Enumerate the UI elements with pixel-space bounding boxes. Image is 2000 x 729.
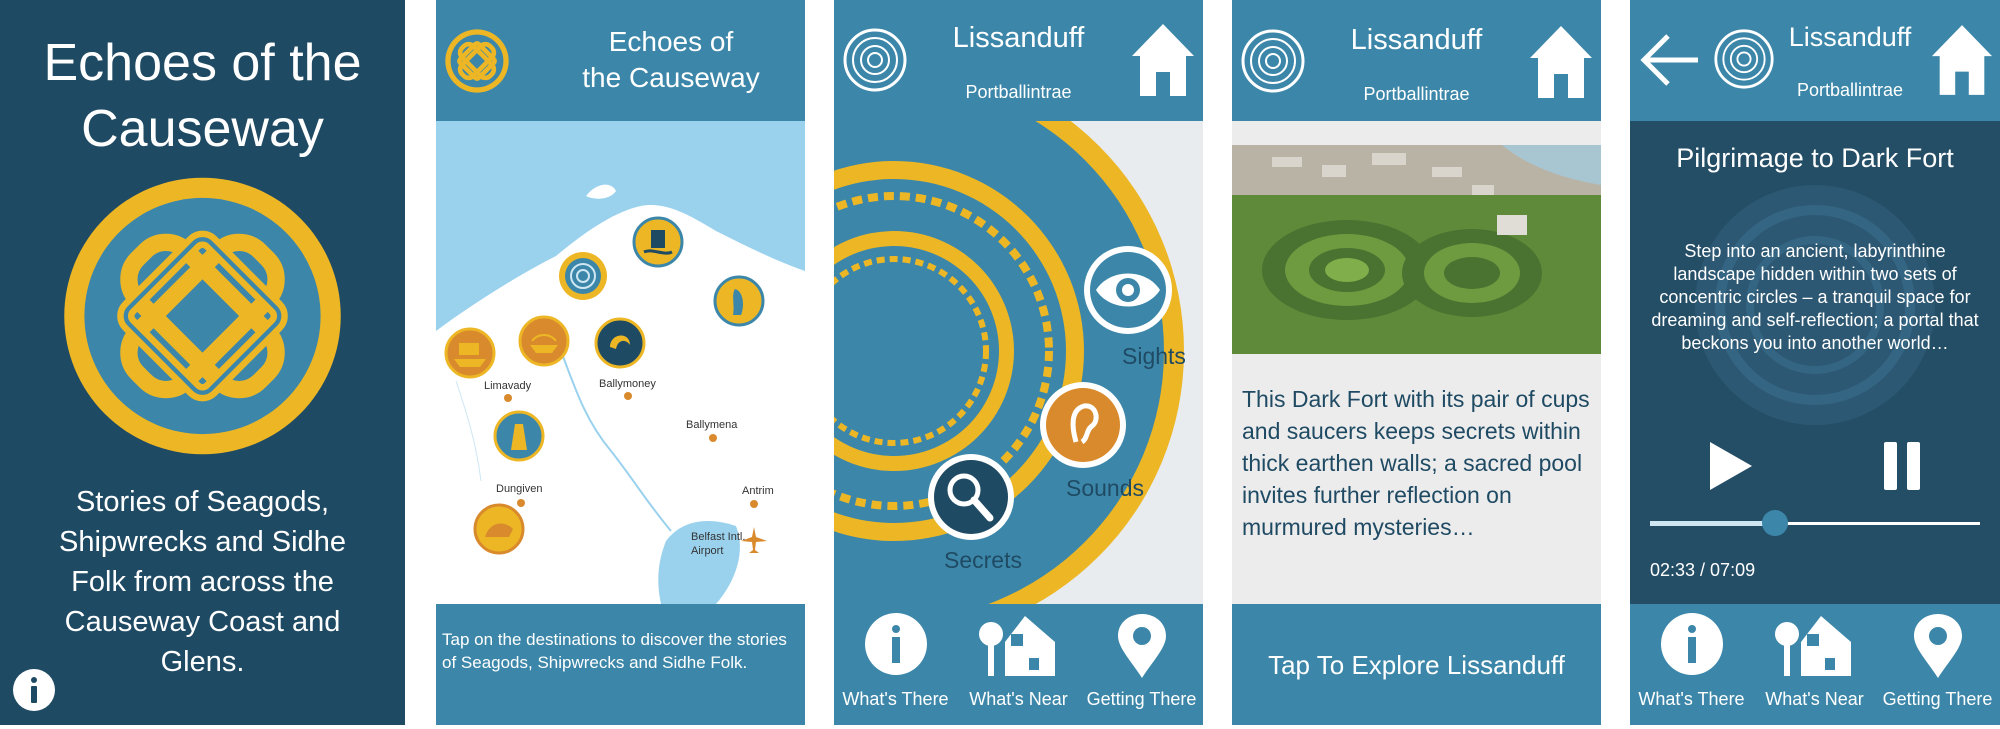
nav-getting-there[interactable]: Getting There xyxy=(1876,604,1999,725)
town-label-dungiven: Dungiven xyxy=(496,483,543,495)
town-label-airport: Airport xyxy=(691,545,724,557)
explore-button[interactable]: Tap To Explore Lissanduff xyxy=(1232,604,1601,725)
nav-getting-there[interactable]: Getting There xyxy=(1080,604,1203,725)
map-footer-text: Tap on the destinations to discover the … xyxy=(442,630,787,672)
map-pin-figure[interactable] xyxy=(713,275,765,327)
secrets-button[interactable] xyxy=(926,452,1016,542)
town-label-antrim: Antrim xyxy=(742,485,774,497)
secrets-label[interactable]: Secrets xyxy=(944,547,1022,574)
town-label-ballymoney: Ballymoney xyxy=(599,378,656,390)
town-label-ballymena: Ballymena xyxy=(686,419,738,431)
map-pin-icon xyxy=(1117,614,1166,678)
track-description: Step into an ancient, labyrinthine lands… xyxy=(1651,241,1979,353)
map-pin-ship[interactable] xyxy=(444,327,496,379)
audio-bottom-nav: What's There What's Near Getting There xyxy=(1630,604,2000,725)
nav-getting-there-label: Getting There xyxy=(1086,689,1197,709)
map-header-title-line2: the Causeway xyxy=(582,62,760,93)
map-screen: Echoes of the Causeway Limavady Ballymon… xyxy=(436,0,805,725)
site-menu-header: Lissanduff Portballintrae xyxy=(834,0,1203,121)
town-label-limavady: Limavady xyxy=(484,380,532,392)
info-icon xyxy=(864,613,927,675)
audio-header-subtitle: Portballintrae xyxy=(1796,80,1904,100)
map-header-title-line1: Echoes of xyxy=(608,26,734,57)
pause-button[interactable] xyxy=(1882,440,1922,492)
play-button[interactable] xyxy=(1706,440,1756,492)
map-pin-icon xyxy=(1913,614,1962,678)
house-tree-icon xyxy=(1774,616,1851,676)
map-pin-shipwreck[interactable] xyxy=(518,315,570,367)
site-description: This Dark Fort with its pair of cups and… xyxy=(1242,386,1590,540)
sights-label[interactable]: Sights xyxy=(1122,343,1186,370)
sounds-button[interactable] xyxy=(1038,380,1128,470)
map-pin-castle[interactable] xyxy=(632,216,684,268)
splash-screen: Echoes of the Causeway Stories of Seagod… xyxy=(0,0,405,725)
map-area[interactable]: Limavady Ballymoney Ballymena Antrim Dun… xyxy=(436,121,805,604)
explore-button-label: Tap To Explore Lissanduff xyxy=(1268,650,1565,680)
house-tree-icon xyxy=(978,616,1055,676)
site-menu-bottom-nav: What's There What's Near Getting There xyxy=(834,604,1203,725)
celtic-knot-logo xyxy=(64,177,341,455)
nav-whats-there[interactable]: What's There xyxy=(834,604,957,725)
knot-badge-icon[interactable] xyxy=(444,28,510,94)
info-icon xyxy=(1660,613,1723,675)
splash-tagline: Stories of Seagods, Shipwrecks and Sidhe… xyxy=(59,486,346,678)
nav-whats-near[interactable]: What's Near xyxy=(1753,604,1876,725)
home-icon[interactable] xyxy=(1130,22,1196,98)
map-pin-statue[interactable] xyxy=(493,410,545,462)
sights-button[interactable] xyxy=(1082,244,1174,336)
nav-whats-there-label: What's There xyxy=(1638,689,1745,709)
seek-bar-thumb[interactable] xyxy=(1762,510,1789,536)
nav-whats-there-label: What's There xyxy=(842,689,949,709)
audio-header-title: Lissanduff xyxy=(1788,22,1912,52)
nav-whats-near-label: What's Near xyxy=(1765,689,1864,709)
audio-player-screen: Lissanduff Portballintrae Pilgrimage to … xyxy=(1630,0,2000,725)
site-badge-icon xyxy=(1714,29,1774,89)
playback-time: 02:33 / 07:09 xyxy=(1650,560,1756,580)
map-pin-creature[interactable] xyxy=(473,503,525,555)
site-detail-screen: Lissanduff Portballintrae This Dark Fort… xyxy=(1232,0,1601,725)
back-arrow-icon[interactable] xyxy=(1638,32,1700,88)
aerial-photo xyxy=(1232,145,1601,354)
nav-whats-near[interactable]: What's Near xyxy=(957,604,1080,725)
map-pin-lissanduff[interactable] xyxy=(557,250,609,302)
info-icon[interactable] xyxy=(12,668,56,712)
seek-bar-fill xyxy=(1650,521,1776,526)
map-header: Echoes of the Causeway xyxy=(436,0,805,121)
track-title: Pilgrimage to Dark Fort xyxy=(1676,143,1954,173)
nav-whats-there[interactable]: What's There xyxy=(1630,604,1753,725)
nav-getting-there-label: Getting There xyxy=(1882,689,1993,709)
audio-header: Lissanduff Portballintrae xyxy=(1630,0,2000,121)
home-icon[interactable] xyxy=(1528,24,1594,100)
seek-bar[interactable] xyxy=(1650,510,1980,536)
map-footer: Tap on the destinations to discover the … xyxy=(436,604,805,725)
site-detail-header: Lissanduff Portballintrae xyxy=(1232,0,1601,121)
map-pin-seagod[interactable] xyxy=(594,317,646,369)
site-menu-screen: Lissanduff Portballintrae Sights Sounds … xyxy=(834,0,1203,725)
town-label-belfast: Belfast Intl. xyxy=(691,531,746,543)
home-icon[interactable] xyxy=(1930,22,1994,98)
sounds-label[interactable]: Sounds xyxy=(1066,475,1144,502)
splash-title: Echoes of the Causeway xyxy=(43,34,362,158)
nav-whats-near-label: What's Near xyxy=(969,689,1068,709)
